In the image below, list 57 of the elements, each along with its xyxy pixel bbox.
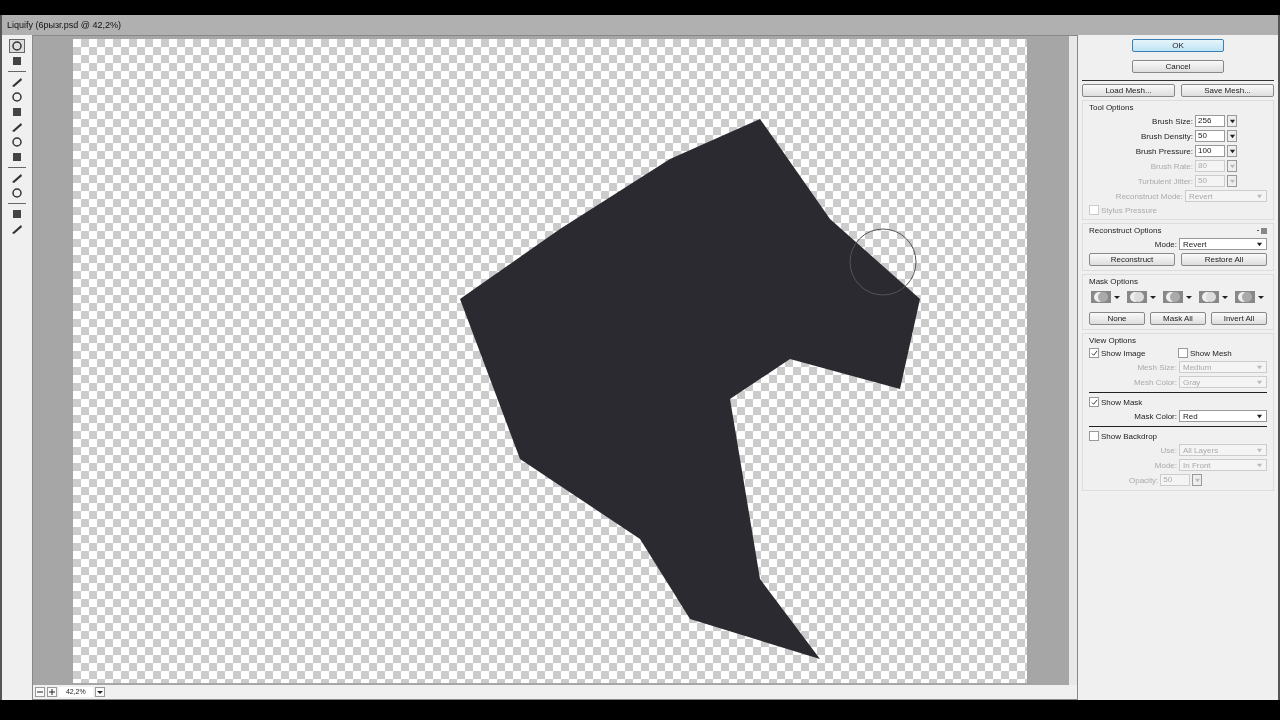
zoom-dropdown-button[interactable] bbox=[94, 687, 105, 697]
checkbox[interactable] bbox=[1089, 431, 1099, 441]
invert-all-button[interactable]: Invert All bbox=[1211, 312, 1267, 325]
dropdown-field[interactable]: Red bbox=[1179, 410, 1267, 422]
combo-field[interactable]: 50 bbox=[1195, 130, 1225, 142]
checkbox[interactable] bbox=[1089, 348, 1099, 358]
scrollbar[interactable] bbox=[1069, 36, 1077, 685]
transparent-canvas[interactable] bbox=[72, 39, 1027, 683]
field-label: Reconstruct Mode: bbox=[1115, 191, 1183, 201]
checkbox-label: Show Backdrop bbox=[1101, 431, 1158, 441]
mask-mode-icon[interactable] bbox=[1233, 289, 1267, 305]
field-label: Opacity: bbox=[1129, 475, 1159, 485]
field-label: Mode: bbox=[1154, 460, 1177, 470]
checkbox-label: Stylus Pressure bbox=[1101, 205, 1158, 215]
field-label: Mesh Size: bbox=[1137, 362, 1177, 372]
cancel-button[interactable]: Cancel bbox=[1132, 60, 1224, 73]
zoom-in-button[interactable] bbox=[46, 687, 57, 697]
group-title: Mask Options bbox=[1089, 277, 1139, 286]
checkbox-label: Show Mesh bbox=[1190, 348, 1232, 358]
group-title: Reconstruct Options bbox=[1089, 226, 1162, 235]
caret-icon bbox=[1256, 240, 1263, 248]
save-mesh-button[interactable]: Save Mesh... bbox=[1181, 84, 1274, 97]
field-label: Mesh Color: bbox=[1133, 377, 1177, 387]
ok-button[interactable]: OK bbox=[1132, 39, 1224, 52]
field-label: Mode: bbox=[1154, 239, 1177, 249]
mask-mode-icon[interactable] bbox=[1125, 289, 1159, 305]
mask-mode-icon[interactable] bbox=[1161, 289, 1195, 305]
checkbox[interactable] bbox=[1089, 397, 1099, 407]
group-title: Tool Options bbox=[1089, 103, 1135, 112]
reconstruct-button[interactable]: Reconstruct bbox=[1089, 253, 1175, 266]
plus-icon bbox=[47, 688, 56, 696]
window-title: Liquify (6рызг.psd @ 42,2%) bbox=[2, 15, 1278, 35]
restore-all-button[interactable]: Restore All bbox=[1181, 253, 1267, 266]
caret-icon bbox=[1256, 412, 1263, 420]
field-label: Brush Size: bbox=[1152, 116, 1193, 126]
brush-cursor-icon bbox=[847, 227, 918, 297]
load-mesh-button[interactable]: Load Mesh... bbox=[1082, 84, 1175, 97]
checkbox[interactable] bbox=[1178, 348, 1188, 358]
combo-field[interactable]: 100 bbox=[1195, 145, 1225, 157]
field-label: Turbulent Jitter: bbox=[1137, 176, 1193, 186]
none-button[interactable]: None bbox=[1089, 312, 1145, 325]
mask-all-button[interactable]: Mask All bbox=[1150, 312, 1206, 325]
dropdown-field[interactable]: Revert bbox=[1179, 238, 1267, 250]
mask-mode-icon[interactable] bbox=[1089, 289, 1123, 305]
group-title: View Options bbox=[1089, 336, 1137, 345]
checkbox-label: Show Mask bbox=[1101, 397, 1143, 407]
zoom-out-button[interactable] bbox=[34, 687, 45, 697]
panel-menu-icon[interactable] bbox=[1257, 227, 1267, 234]
caret-icon bbox=[1256, 192, 1263, 200]
field-label: Mask Color: bbox=[1134, 411, 1177, 421]
caret-icon bbox=[95, 688, 104, 696]
checkbox-label: Show Image bbox=[1101, 348, 1146, 358]
field-label: Brush Pressure: bbox=[1135, 146, 1193, 156]
combo-field[interactable]: 256 bbox=[1195, 115, 1225, 127]
field-label: Use: bbox=[1160, 445, 1177, 455]
field-label: Brush Density: bbox=[1140, 131, 1193, 141]
mask-mode-icon[interactable] bbox=[1197, 289, 1231, 305]
